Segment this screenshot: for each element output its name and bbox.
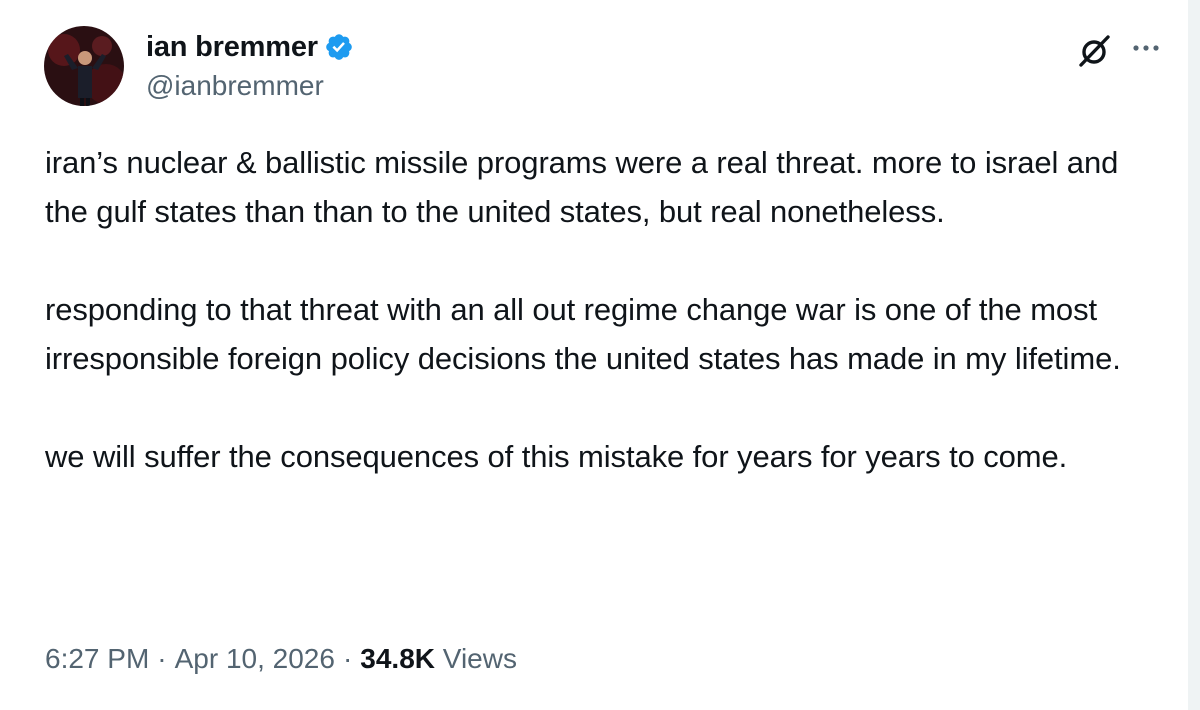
views-label[interactable]: Views <box>443 643 517 674</box>
display-name[interactable]: ian bremmer <box>146 31 318 64</box>
tweet-card: ian bremmer @ianbremmer iran’s nuclear &… <box>0 0 1200 710</box>
tweet-meta: 6:27 PM · Apr 10, 2026 · 34.8K Views <box>45 643 517 675</box>
meta-separator: · <box>157 643 167 674</box>
more-options-icon[interactable] <box>1128 36 1164 60</box>
tweet-time[interactable]: 6:27 PM <box>45 643 149 674</box>
card-edge <box>1188 0 1200 710</box>
grok-icon[interactable] <box>1074 30 1114 70</box>
tweet-date[interactable]: Apr 10, 2026 <box>175 643 335 674</box>
author-handle[interactable]: @ianbremmer <box>146 70 354 102</box>
avatar[interactable] <box>44 26 124 106</box>
tweet-text: iran’s nuclear & ballistic missile progr… <box>45 138 1165 481</box>
tweet-paragraph: iran’s nuclear & ballistic missile progr… <box>45 145 1119 229</box>
author-names: ian bremmer @ianbremmer <box>146 31 354 102</box>
meta-separator: · <box>342 643 353 674</box>
tweet-paragraph: responding to that threat with an all ou… <box>45 292 1121 376</box>
tweet-paragraph: we will suffer the consequences of this … <box>45 439 1068 474</box>
views-count[interactable]: 34.8K <box>360 643 435 674</box>
verified-badge-icon[interactable] <box>324 32 354 62</box>
tweet-header: ian bremmer @ianbremmer <box>44 24 354 108</box>
display-name-row[interactable]: ian bremmer <box>146 31 354 64</box>
